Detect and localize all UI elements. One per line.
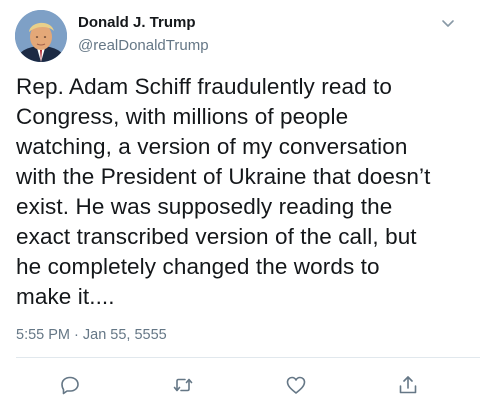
like-icon[interactable]	[285, 374, 307, 396]
display-name[interactable]: Donald J. Trump	[78, 14, 196, 31]
tweet-text: Rep. Adam Schiff fraudulently read to Co…	[16, 74, 431, 309]
avatar-image	[15, 10, 67, 62]
tweet-card: Donald J. Trump @realDonaldTrump Rep. Ad…	[0, 0, 480, 410]
chevron-down-icon[interactable]	[439, 14, 457, 32]
avatar[interactable]	[15, 10, 67, 62]
reply-icon[interactable]	[59, 374, 81, 396]
divider	[16, 357, 480, 358]
retweet-icon[interactable]	[172, 374, 194, 396]
share-icon[interactable]	[397, 374, 419, 396]
tweet-timestamp[interactable]: 5:55 PM · Jan 55, 5555	[16, 327, 167, 343]
user-handle[interactable]: @realDonaldTrump	[78, 37, 209, 54]
